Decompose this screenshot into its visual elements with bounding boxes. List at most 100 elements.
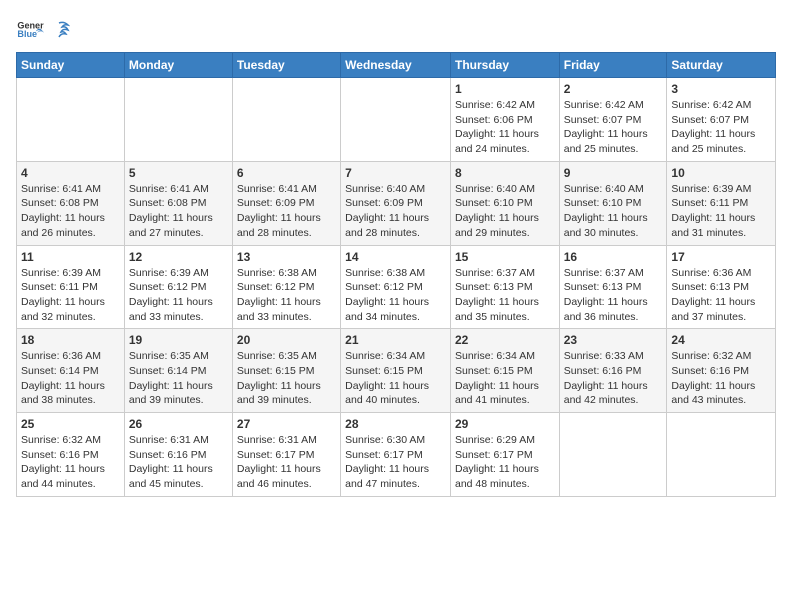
calendar-cell [667, 413, 776, 497]
day-info: Sunrise: 6:38 AMSunset: 6:12 PMDaylight:… [237, 266, 336, 325]
day-number: 28 [345, 417, 446, 431]
day-info: Sunrise: 6:34 AMSunset: 6:15 PMDaylight:… [345, 349, 446, 408]
calendar-cell: 10 Sunrise: 6:39 AMSunset: 6:11 PMDayligh… [667, 161, 776, 245]
day-number: 22 [455, 333, 555, 347]
day-number: 16 [564, 250, 663, 264]
calendar-week-5: 25Sunrise: 6:32 AMSunset: 6:16 PMDayligh… [17, 413, 776, 497]
calendar-table: SundayMondayTuesdayWednesdayThursdayFrid… [16, 52, 776, 497]
day-number: 1 [455, 82, 555, 96]
day-number: 19 [129, 333, 228, 347]
calendar-cell: 12 Sunrise: 6:39 AMSunset: 6:12 PMDayligh… [124, 245, 232, 329]
calendar-cell: 16 Sunrise: 6:37 AMSunset: 6:13 PMDayligh… [559, 245, 667, 329]
day-number: 14 [345, 250, 446, 264]
calendar-cell [559, 413, 667, 497]
calendar-cell: 22 Sunrise: 6:34 AMSunset: 6:15 PMDayligh… [450, 329, 559, 413]
day-info: Sunrise: 6:39 AMSunset: 6:12 PMDaylight:… [129, 266, 228, 325]
day-info: Sunrise: 6:38 AMSunset: 6:12 PMDaylight:… [345, 266, 446, 325]
day-info: Sunrise: 6:42 AMSunset: 6:07 PMDaylight:… [564, 98, 663, 157]
calendar-cell: 18 Sunrise: 6:36 AMSunset: 6:14 PMDayligh… [17, 329, 125, 413]
day-info: Sunrise: 6:32 AMSunset: 6:16 PMDaylight:… [21, 433, 120, 492]
day-number: 24 [671, 333, 771, 347]
calendar-cell: 28 Sunrise: 6:30 AMSunset: 6:17 PMDayligh… [341, 413, 451, 497]
day-info: Sunrise: 6:36 AMSunset: 6:13 PMDaylight:… [671, 266, 771, 325]
day-info: Sunrise: 6:35 AMSunset: 6:14 PMDaylight:… [129, 349, 228, 408]
calendar-cell: 2 Sunrise: 6:42 AMSunset: 6:07 PMDaylight… [559, 78, 667, 162]
day-number: 7 [345, 166, 446, 180]
day-number: 26 [129, 417, 228, 431]
calendar-week-4: 18 Sunrise: 6:36 AMSunset: 6:14 PMDayligh… [17, 329, 776, 413]
day-number: 21 [345, 333, 446, 347]
day-number: 2 [564, 82, 663, 96]
day-info: Sunrise: 6:42 AMSunset: 6:07 PMDaylight:… [671, 98, 771, 157]
calendar-cell: 26Sunrise: 6:31 AMSunset: 6:16 PMDayligh… [124, 413, 232, 497]
calendar-cell: 8Sunrise: 6:40 AMSunset: 6:10 PMDaylight… [450, 161, 559, 245]
calendar-cell: 6 Sunrise: 6:41 AMSunset: 6:09 PMDaylight… [232, 161, 340, 245]
calendar-cell: 17 Sunrise: 6:36 AMSunset: 6:13 PMDayligh… [667, 245, 776, 329]
day-info: Sunrise: 6:33 AMSunset: 6:16 PMDaylight:… [564, 349, 663, 408]
calendar-header-tuesday: Tuesday [232, 53, 340, 78]
logo: General Blue [16, 16, 70, 44]
day-info: Sunrise: 6:31 AMSunset: 6:17 PMDaylight:… [237, 433, 336, 492]
calendar-cell [341, 78, 451, 162]
day-number: 29 [455, 417, 555, 431]
day-number: 4 [21, 166, 120, 180]
calendar-header-monday: Monday [124, 53, 232, 78]
day-info: Sunrise: 6:36 AMSunset: 6:14 PMDaylight:… [21, 349, 120, 408]
day-number: 5 [129, 166, 228, 180]
day-number: 8 [455, 166, 555, 180]
logo-icon: General Blue [16, 16, 44, 44]
day-info: Sunrise: 6:41 AMSunset: 6:08 PMDaylight:… [129, 182, 228, 241]
day-number: 13 [237, 250, 336, 264]
calendar-header-saturday: Saturday [667, 53, 776, 78]
calendar-cell: 15 Sunrise: 6:37 AMSunset: 6:13 PMDayligh… [450, 245, 559, 329]
day-number: 12 [129, 250, 228, 264]
calendar-cell: 9Sunrise: 6:40 AMSunset: 6:10 PMDaylight… [559, 161, 667, 245]
calendar-header-row: SundayMondayTuesdayWednesdayThursdayFrid… [17, 53, 776, 78]
calendar-week-2: 4 Sunrise: 6:41 AMSunset: 6:08 PMDaylight… [17, 161, 776, 245]
day-number: 11 [21, 250, 120, 264]
calendar-cell: 1 Sunrise: 6:42 AMSunset: 6:06 PMDaylight… [450, 78, 559, 162]
day-info: Sunrise: 6:40 AMSunset: 6:09 PMDaylight:… [345, 182, 446, 241]
day-info: Sunrise: 6:39 AMSunset: 6:11 PMDaylight:… [671, 182, 771, 241]
calendar-cell [124, 78, 232, 162]
day-info: Sunrise: 6:35 AMSunset: 6:15 PMDaylight:… [237, 349, 336, 408]
day-number: 18 [21, 333, 120, 347]
day-info: Sunrise: 6:37 AMSunset: 6:13 PMDaylight:… [564, 266, 663, 325]
day-info: Sunrise: 6:34 AMSunset: 6:15 PMDaylight:… [455, 349, 555, 408]
day-info: Sunrise: 6:29 AMSunset: 6:17 PMDaylight:… [455, 433, 555, 492]
day-number: 17 [671, 250, 771, 264]
svg-text:Blue: Blue [17, 29, 37, 39]
calendar-cell: 3 Sunrise: 6:42 AMSunset: 6:07 PMDaylight… [667, 78, 776, 162]
calendar-header-thursday: Thursday [450, 53, 559, 78]
calendar-cell [232, 78, 340, 162]
calendar-header-sunday: Sunday [17, 53, 125, 78]
calendar-cell: 13 Sunrise: 6:38 AMSunset: 6:12 PMDayligh… [232, 245, 340, 329]
calendar-cell: 29 Sunrise: 6:29 AMSunset: 6:17 PMDayligh… [450, 413, 559, 497]
calendar-cell [17, 78, 125, 162]
calendar-cell: 20 Sunrise: 6:35 AMSunset: 6:15 PMDayligh… [232, 329, 340, 413]
day-number: 6 [237, 166, 336, 180]
calendar-week-3: 11 Sunrise: 6:39 AMSunset: 6:11 PMDayligh… [17, 245, 776, 329]
calendar-cell: 4Sunrise: 6:41 AMSunset: 6:08 PMDaylight… [17, 161, 125, 245]
calendar-cell: 27 Sunrise: 6:31 AMSunset: 6:17 PMDayligh… [232, 413, 340, 497]
day-info: Sunrise: 6:40 AMSunset: 6:10 PMDaylight:… [564, 182, 663, 241]
logo-bird-icon [48, 19, 70, 41]
day-number: 20 [237, 333, 336, 347]
day-number: 15 [455, 250, 555, 264]
day-number: 10 [671, 166, 771, 180]
calendar-cell: 7 Sunrise: 6:40 AMSunset: 6:09 PMDaylight… [341, 161, 451, 245]
calendar-header-wednesday: Wednesday [341, 53, 451, 78]
day-info: Sunrise: 6:42 AMSunset: 6:06 PMDaylight:… [455, 98, 555, 157]
header: General Blue [16, 16, 776, 44]
day-number: 3 [671, 82, 771, 96]
calendar-header-friday: Friday [559, 53, 667, 78]
day-info: Sunrise: 6:37 AMSunset: 6:13 PMDaylight:… [455, 266, 555, 325]
calendar-cell: 21 Sunrise: 6:34 AMSunset: 6:15 PMDayligh… [341, 329, 451, 413]
day-info: Sunrise: 6:39 AMSunset: 6:11 PMDaylight:… [21, 266, 120, 325]
calendar-week-1: 1 Sunrise: 6:42 AMSunset: 6:06 PMDaylight… [17, 78, 776, 162]
calendar-cell: 24Sunrise: 6:32 AMSunset: 6:16 PMDayligh… [667, 329, 776, 413]
day-info: Sunrise: 6:41 AMSunset: 6:09 PMDaylight:… [237, 182, 336, 241]
calendar-cell: 14 Sunrise: 6:38 AMSunset: 6:12 PMDayligh… [341, 245, 451, 329]
day-info: Sunrise: 6:30 AMSunset: 6:17 PMDaylight:… [345, 433, 446, 492]
day-number: 27 [237, 417, 336, 431]
